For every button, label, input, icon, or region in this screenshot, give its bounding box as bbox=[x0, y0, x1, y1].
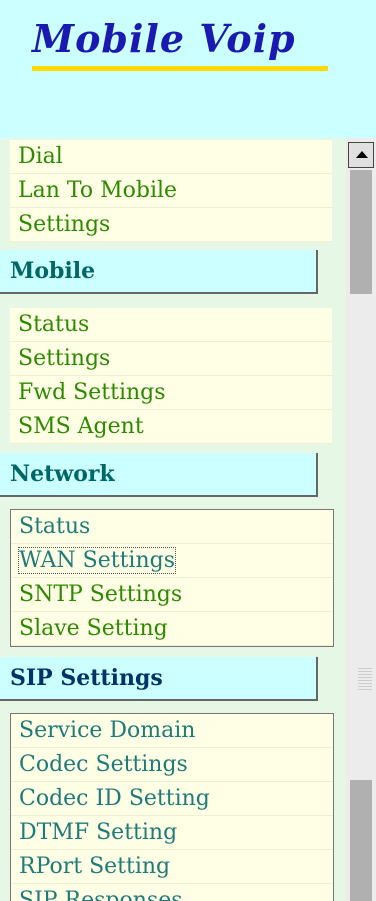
menu-item-fwd-settings[interactable]: Fwd Settings bbox=[10, 376, 332, 410]
menu-item-sip-responses[interactable]: SIP Responses bbox=[11, 884, 333, 901]
menu-item-slave-setting[interactable]: Slave Setting bbox=[11, 612, 333, 646]
menu-item-mobile-status[interactable]: Status bbox=[10, 308, 332, 342]
menu-item-settings[interactable]: Settings bbox=[10, 208, 332, 242]
menu-group-sip: Service Domain Codec Settings Codec ID S… bbox=[10, 713, 334, 901]
scroll-grip bbox=[358, 668, 372, 692]
logo-text: Mobile Voip bbox=[32, 16, 296, 61]
scroll-up-button[interactable] bbox=[348, 142, 374, 168]
menu-item-sntp-settings[interactable]: SNTP Settings bbox=[11, 578, 333, 612]
menu-item-mobile-settings[interactable]: Settings bbox=[10, 342, 332, 376]
menu-item-wan-settings[interactable]: WAN Settings bbox=[11, 544, 333, 578]
menu-item-lan-to-mobile[interactable]: Lan To Mobile bbox=[10, 174, 332, 208]
section-header-sip-settings[interactable]: SIP Settings bbox=[0, 657, 318, 701]
menu-group-network: Status WAN Settings SNTP Settings Slave … bbox=[10, 509, 334, 647]
section-header-mobile[interactable]: Mobile bbox=[0, 250, 318, 294]
scroll-thumb[interactable] bbox=[350, 294, 372, 780]
menu-group-mobile: Status Settings Fwd Settings SMS Agent bbox=[10, 308, 332, 444]
menu-item-codec-settings[interactable]: Codec Settings bbox=[11, 748, 333, 782]
menu-item-dtmf-setting[interactable]: DTMF Setting bbox=[11, 816, 333, 850]
menu-item-dial[interactable]: Dial bbox=[10, 140, 332, 174]
menu-item-sms-agent[interactable]: SMS Agent bbox=[10, 410, 332, 444]
menu-item-network-status[interactable]: Status bbox=[11, 510, 333, 544]
vertical-scrollbar[interactable] bbox=[346, 138, 376, 901]
menu-item-rport-setting[interactable]: RPort Setting bbox=[11, 850, 333, 884]
menu-item-codec-id-setting[interactable]: Codec ID Setting bbox=[11, 782, 333, 816]
logo-underline bbox=[32, 66, 328, 71]
logo-banner: Mobile Voip bbox=[0, 0, 376, 138]
menu-group-top: Dial Lan To Mobile Settings bbox=[10, 140, 332, 242]
nav-menu: Dial Lan To Mobile Settings Mobile Statu… bbox=[0, 138, 346, 901]
section-header-network[interactable]: Network bbox=[0, 453, 318, 497]
menu-item-service-domain[interactable]: Service Domain bbox=[11, 714, 333, 748]
triangle-up-icon bbox=[356, 151, 368, 158]
